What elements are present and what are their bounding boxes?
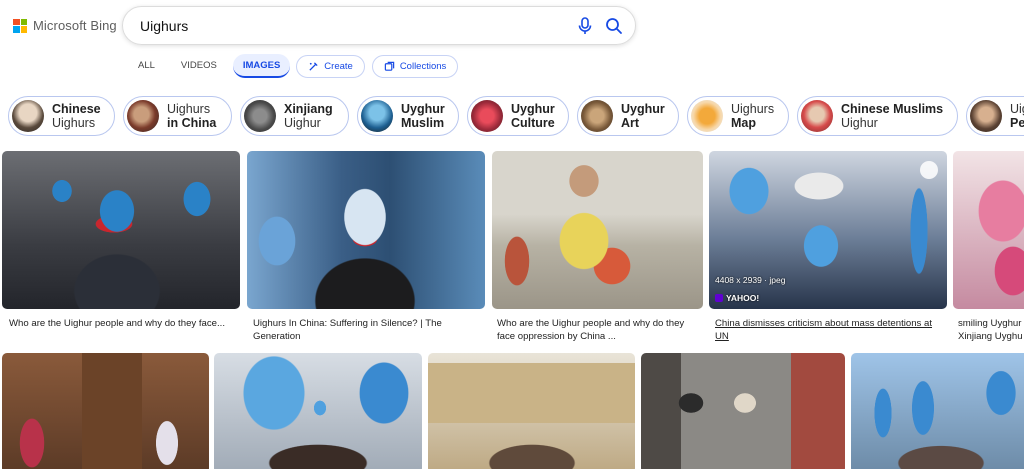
image-result-7[interactable] xyxy=(214,353,422,469)
tab-videos[interactable]: VIDEOS xyxy=(171,54,227,78)
related-chinese-uighurs[interactable]: Chinese Uighurs xyxy=(8,96,115,136)
related-uighur-people[interactable]: UigPe xyxy=(966,96,1024,136)
image-result-10[interactable] xyxy=(851,353,1024,469)
related-thumbnail xyxy=(801,100,833,132)
search-icon[interactable] xyxy=(604,16,624,36)
image-result-9[interactable] xyxy=(641,353,845,469)
bing-images-page: Microsoft Bing ALL VIDEOS IMAGES Create … xyxy=(0,0,1024,469)
search-box xyxy=(122,6,636,45)
tab-all[interactable]: ALL xyxy=(128,54,165,78)
related-label: Uighurs in China xyxy=(167,102,217,130)
related-thumbnail xyxy=(471,100,503,132)
related-thumbnail xyxy=(970,100,1002,132)
image-size: 4408 x 2939 · jpeg xyxy=(715,275,786,285)
related-label: UigPe xyxy=(1010,102,1024,130)
microsoft-logo-icon xyxy=(13,18,27,33)
create-label: Create xyxy=(324,60,353,72)
image-source[interactable]: YAHOO! xyxy=(715,293,759,303)
image-result-3[interactable] xyxy=(492,151,703,309)
create-icon xyxy=(309,61,318,71)
related-uyghur-muslim[interactable]: Uyghur Muslim xyxy=(357,96,459,136)
related-thumbnail xyxy=(127,100,159,132)
related-uighurs-map[interactable]: Uighurs Map xyxy=(687,96,789,136)
image-result-1[interactable] xyxy=(2,151,240,309)
related-label: Uighurs Map xyxy=(731,102,775,130)
related-uighurs-in-china[interactable]: Uighurs in China xyxy=(123,96,232,136)
image-caption-1[interactable]: Who are the Uighur people and why do the… xyxy=(9,317,241,330)
microphone-icon[interactable] xyxy=(575,16,595,36)
brand-name: Microsoft Bing xyxy=(33,18,117,33)
related-searches: Chinese Uighurs Uighurs in China Xinjiang U… xyxy=(8,96,1024,136)
image-result-6[interactable] xyxy=(2,353,209,469)
search-tabs: ALL VIDEOS IMAGES Create Collections xyxy=(128,53,465,79)
visual-search-icon[interactable] xyxy=(920,161,938,179)
image-result-5[interactable] xyxy=(953,151,1024,309)
related-thumbnail xyxy=(361,100,393,132)
image-result-4[interactable] xyxy=(709,151,947,309)
image-caption-2[interactable]: Uighurs In China: Suffering in Silence? … xyxy=(253,317,485,343)
related-thumbnail xyxy=(12,100,44,132)
related-uyghur-art[interactable]: Uyghur Art xyxy=(577,96,679,136)
bing-logo[interactable]: Microsoft Bing xyxy=(13,18,117,33)
image-caption-4[interactable]: China dismisses criticism about mass det… xyxy=(715,317,947,343)
related-label: Uyghur Culture xyxy=(511,102,555,130)
related-label: Chinese Uighurs xyxy=(52,102,101,130)
tab-images[interactable]: IMAGES xyxy=(232,54,291,78)
related-label: Uyghur Muslim xyxy=(401,102,445,130)
image-result-2[interactable] xyxy=(247,151,485,309)
image-caption-3[interactable]: Who are the Uighur people and why do the… xyxy=(497,317,703,343)
related-thumbnail xyxy=(691,100,723,132)
related-label: Chinese Muslims Uighur xyxy=(841,102,944,130)
collections-icon xyxy=(384,61,395,71)
related-chinese-muslims-uighur[interactable]: Chinese Muslims Uighur xyxy=(797,96,958,136)
create-button[interactable]: Create xyxy=(296,54,365,78)
image-result-8[interactable] xyxy=(428,353,635,469)
collections-label: Collections xyxy=(399,60,447,72)
collections-button[interactable]: Collections xyxy=(371,54,459,78)
related-xinjiang-uighur[interactable]: Xinjiang Uighur xyxy=(240,96,349,136)
yahoo-icon xyxy=(715,294,723,302)
related-thumbnail xyxy=(581,100,613,132)
related-label: Xinjiang Uighur xyxy=(284,102,333,130)
related-thumbnail xyxy=(244,100,276,132)
image-caption-5[interactable]: smiling Uyghur Xinjiang Uyghu xyxy=(958,317,1024,343)
search-input[interactable] xyxy=(140,17,570,34)
related-label: Uyghur Art xyxy=(621,102,665,130)
related-uyghur-culture[interactable]: Uyghur Culture xyxy=(467,96,569,136)
